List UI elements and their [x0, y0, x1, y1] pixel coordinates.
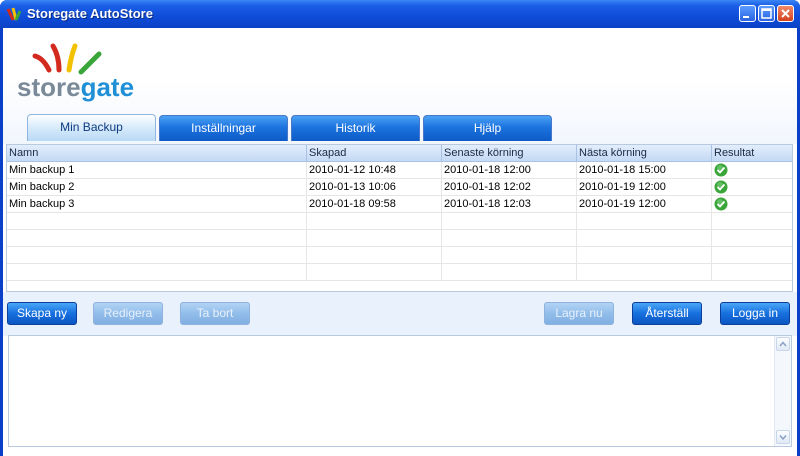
client-area: storegate Min Backup Inställningar Histo…: [3, 28, 797, 456]
cell-next-run: 2010-01-19 12:00: [577, 196, 712, 212]
title-bar[interactable]: Storegate AutoStore: [0, 0, 800, 28]
header: storegate Min Backup Inställningar Histo…: [3, 28, 797, 144]
ok-icon: [714, 163, 728, 177]
edit-button[interactable]: Redigera: [93, 302, 163, 325]
column-header-namn[interactable]: Namn: [7, 145, 307, 161]
column-header-skapad[interactable]: Skapad: [307, 145, 442, 161]
tab-min-backup[interactable]: Min Backup: [27, 114, 156, 141]
table-row[interactable]: Min backup 3 2010-01-18 09:58 2010-01-18…: [7, 196, 792, 213]
minimize-button[interactable]: [739, 5, 756, 22]
table-header: Namn Skapad Senaste körning Nästa körnin…: [7, 145, 792, 162]
tab-label: Hjälp: [473, 121, 502, 135]
tab-label: Inställningar: [191, 121, 256, 135]
column-header-senaste-korning[interactable]: Senaste körning: [442, 145, 577, 161]
close-button[interactable]: [777, 5, 794, 22]
svg-text:storegate: storegate: [17, 72, 134, 102]
create-button[interactable]: Skapa ny: [7, 302, 77, 325]
cell-result: [712, 162, 792, 178]
cell-next-run: 2010-01-18 15:00: [577, 162, 712, 178]
cell-last-run: 2010-01-18 12:03: [442, 196, 577, 212]
empty-row: [7, 213, 792, 230]
cell-name: Min backup 3: [7, 196, 307, 212]
tab-installningar[interactable]: Inställningar: [159, 115, 288, 141]
close-icon: [781, 9, 790, 18]
maximize-button[interactable]: [758, 5, 775, 22]
scroll-up-button[interactable]: [776, 337, 790, 351]
window-title: Storegate AutoStore: [27, 6, 153, 21]
cell-name: Min backup 1: [7, 162, 307, 178]
table-row[interactable]: Min backup 2 2010-01-13 10:06 2010-01-18…: [7, 179, 792, 196]
app-window: Storegate AutoStore storegate Min Backup: [0, 0, 800, 456]
restore-button[interactable]: Återställ: [632, 302, 702, 325]
empty-row: [7, 264, 792, 281]
cell-created: 2010-01-18 09:58: [307, 196, 442, 212]
tab-label: Min Backup: [60, 120, 123, 134]
logo-text-store: store: [17, 72, 81, 102]
ok-icon: [714, 180, 728, 194]
cell-next-run: 2010-01-19 12:00: [577, 179, 712, 195]
column-header-resultat[interactable]: Resultat: [712, 145, 792, 161]
vertical-scrollbar[interactable]: [774, 336, 791, 446]
button-bar: Skapa ny Redigera Ta bort Lagra nu Åters…: [3, 292, 797, 336]
log-textarea[interactable]: [8, 335, 792, 447]
empty-row: [7, 230, 792, 247]
storegate-logo: storegate: [17, 43, 134, 102]
app-icon: [6, 7, 22, 21]
cell-created: 2010-01-12 10:48: [307, 162, 442, 178]
login-button[interactable]: Logga in: [720, 302, 790, 325]
tab-label: Historik: [335, 121, 376, 135]
ok-icon: [714, 197, 728, 211]
empty-row: [7, 247, 792, 264]
logo-text-gate: gate: [81, 72, 134, 102]
tab-hjalp[interactable]: Hjälp: [423, 115, 552, 141]
cell-result: [712, 196, 792, 212]
column-header-nasta-korning[interactable]: Nästa körning: [577, 145, 712, 161]
tab-historik[interactable]: Historik: [291, 115, 420, 141]
table-row[interactable]: Min backup 1 2010-01-12 10:48 2010-01-18…: [7, 162, 792, 179]
backup-table: Namn Skapad Senaste körning Nästa körnin…: [6, 144, 793, 292]
cell-last-run: 2010-01-18 12:02: [442, 179, 577, 195]
delete-button[interactable]: Ta bort: [180, 302, 250, 325]
cell-name: Min backup 2: [7, 179, 307, 195]
cell-result: [712, 179, 792, 195]
chevron-up-icon: [779, 341, 787, 347]
maximize-icon: [761, 8, 772, 19]
scroll-down-button[interactable]: [776, 430, 790, 444]
save-now-button[interactable]: Lagra nu: [544, 302, 614, 325]
cell-created: 2010-01-13 10:06: [307, 179, 442, 195]
cell-last-run: 2010-01-18 12:00: [442, 162, 577, 178]
chevron-down-icon: [779, 435, 787, 441]
minimize-icon: [743, 16, 749, 18]
